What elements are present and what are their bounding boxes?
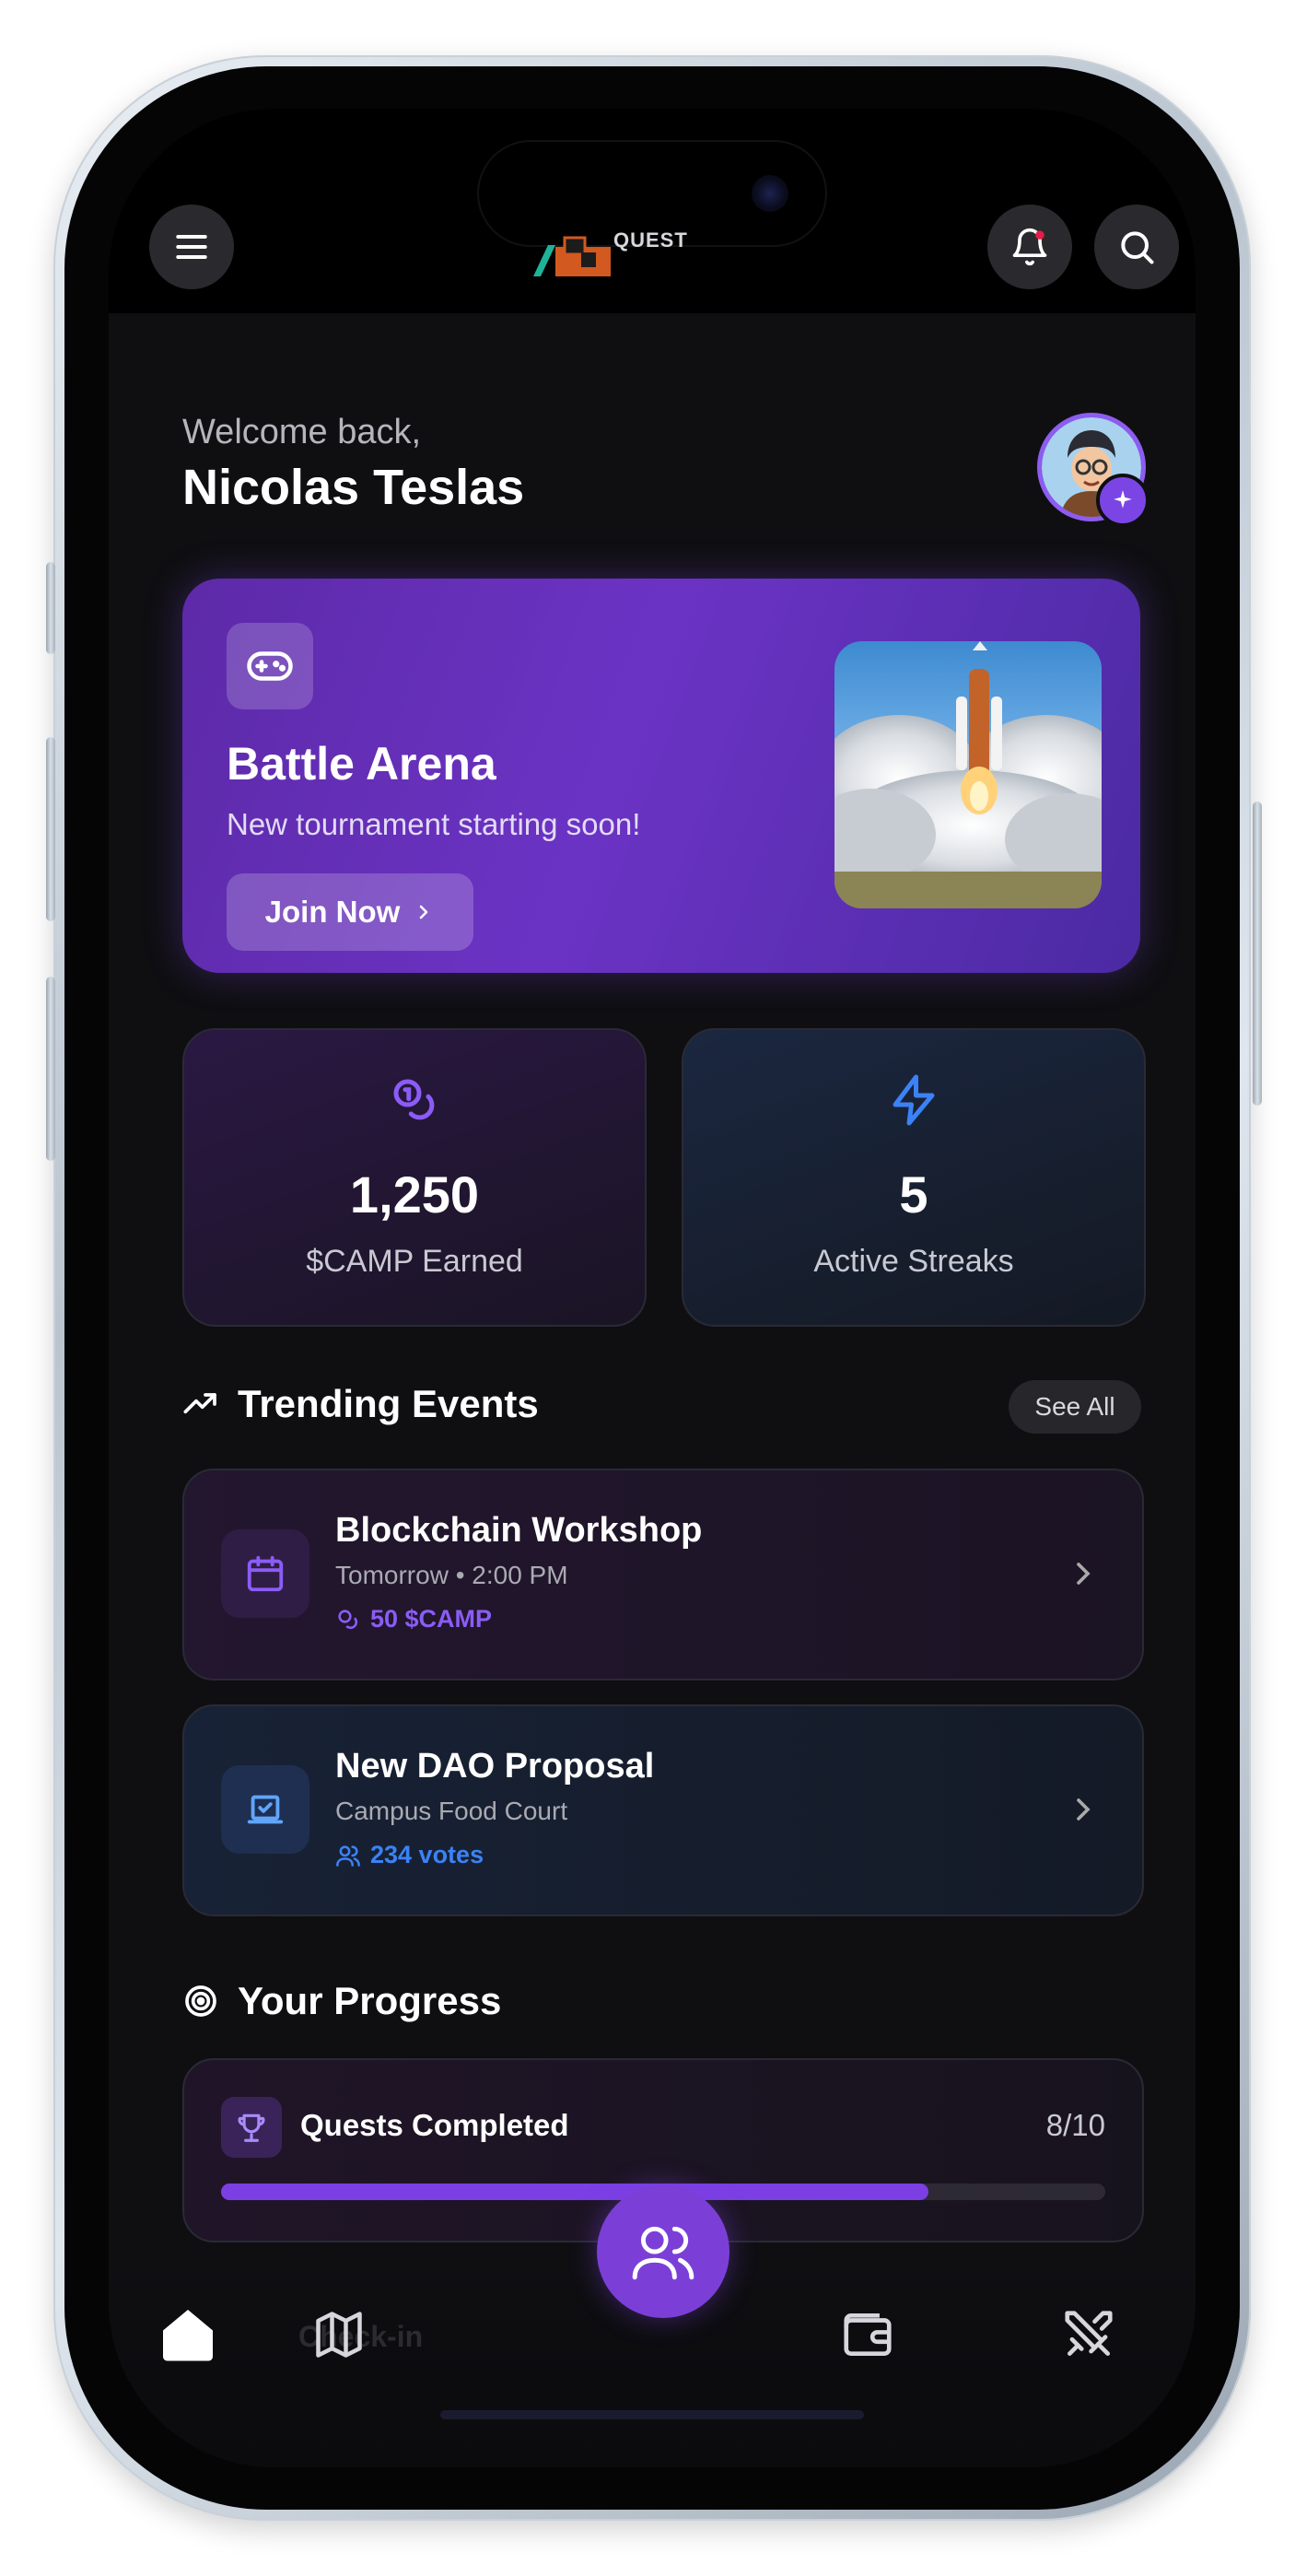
chevron-right-icon	[420, 905, 428, 919]
logo-text: QUEST	[613, 228, 688, 252]
active-streaks-card[interactable]: 5 Active Streaks	[682, 1028, 1146, 1327]
mute-switch	[46, 562, 55, 654]
event-title: Blockchain Workshop	[335, 1511, 703, 1550]
stat-label: Active Streaks	[813, 1244, 1014, 1279]
hamburger-menu-icon[interactable]	[149, 205, 234, 289]
app-screen: QUEST Welcome back, Nicolas Teslas Battl…	[109, 109, 1196, 2467]
chevron-right-icon	[1077, 1563, 1091, 1585]
trophy-icon	[221, 2097, 282, 2158]
sparkle-badge-icon	[1096, 474, 1149, 527]
progress-fill	[221, 2184, 928, 2200]
scrolled-progress-bar	[440, 2410, 864, 2419]
stat-value: 1,250	[349, 1165, 480, 1224]
section-title-text: Trending Events	[238, 1382, 539, 1425]
lightning-icon	[683, 1072, 1144, 1128]
event-subtitle: Tomorrow • 2:00 PM	[335, 1561, 568, 1589]
chevron-right-icon	[1077, 1798, 1091, 1821]
event-card[interactable]: New DAO Proposal Campus Food Court 234 v…	[182, 1704, 1144, 1916]
camp-earned-card[interactable]: 1,250 $CAMP Earned	[182, 1028, 647, 1327]
your-progress-heading: Your Progress	[182, 1979, 501, 2023]
coins-icon	[184, 1072, 645, 1128]
search-icon[interactable]	[1094, 205, 1179, 289]
hero-subtitle: New tournament starting soon!	[227, 807, 641, 841]
battle-arena-card[interactable]: Battle Arena New tournament starting soo…	[182, 579, 1140, 973]
power-button	[1253, 802, 1262, 1106]
see-all-button[interactable]: See All	[1009, 1380, 1141, 1434]
progress-count: 8/10	[1045, 2108, 1105, 2142]
event-meta-text: 50 $CAMP	[370, 1605, 493, 1633]
event-card[interactable]: Blockchain Workshop Tomorrow • 2:00 PM 5…	[182, 1469, 1144, 1680]
volume-up-button	[46, 737, 55, 921]
trending-up-icon	[183, 1393, 216, 1414]
hero-title: Battle Arena	[227, 738, 496, 790]
community-icon	[632, 2226, 694, 2280]
vote-icon	[221, 1765, 309, 1854]
event-subtitle: Campus Food Court	[335, 1797, 568, 1825]
bell-icon[interactable]	[987, 205, 1072, 289]
home-icon[interactable]	[151, 2298, 225, 2371]
users-icon	[336, 1844, 360, 1867]
stat-value: 5	[899, 1165, 928, 1224]
welcome-greeting: Welcome back,	[182, 413, 422, 451]
join-now-label: Join Now	[264, 895, 401, 929]
volume-down-button	[46, 977, 55, 1161]
event-meta-text: 234 votes	[370, 1841, 484, 1868]
section-title-text: Your Progress	[238, 1979, 502, 2022]
community-button[interactable]	[597, 2185, 729, 2318]
coins-icon	[338, 1609, 358, 1629]
stat-label: $CAMP Earned	[306, 1244, 523, 1279]
rocket-launch-image	[834, 641, 1102, 908]
user-name: Nicolas Teslas	[182, 460, 525, 515]
map-icon[interactable]	[302, 2298, 376, 2371]
wallet-icon[interactable]	[831, 2298, 904, 2371]
gamepad-icon	[227, 623, 313, 709]
front-camera	[752, 175, 788, 212]
target-icon	[185, 1985, 216, 2017]
trending-events-heading: Trending Events	[182, 1382, 539, 1426]
event-title: New DAO Proposal	[335, 1747, 655, 1786]
join-now-button[interactable]: Join Now	[227, 873, 473, 951]
event-reward: 50 $CAMP	[335, 1605, 492, 1633]
progress-label: Quests Completed	[300, 2108, 569, 2142]
calendar-icon	[221, 1529, 309, 1618]
event-votes: 234 votes	[335, 1841, 484, 1869]
battle-icon[interactable]	[1052, 2298, 1126, 2371]
